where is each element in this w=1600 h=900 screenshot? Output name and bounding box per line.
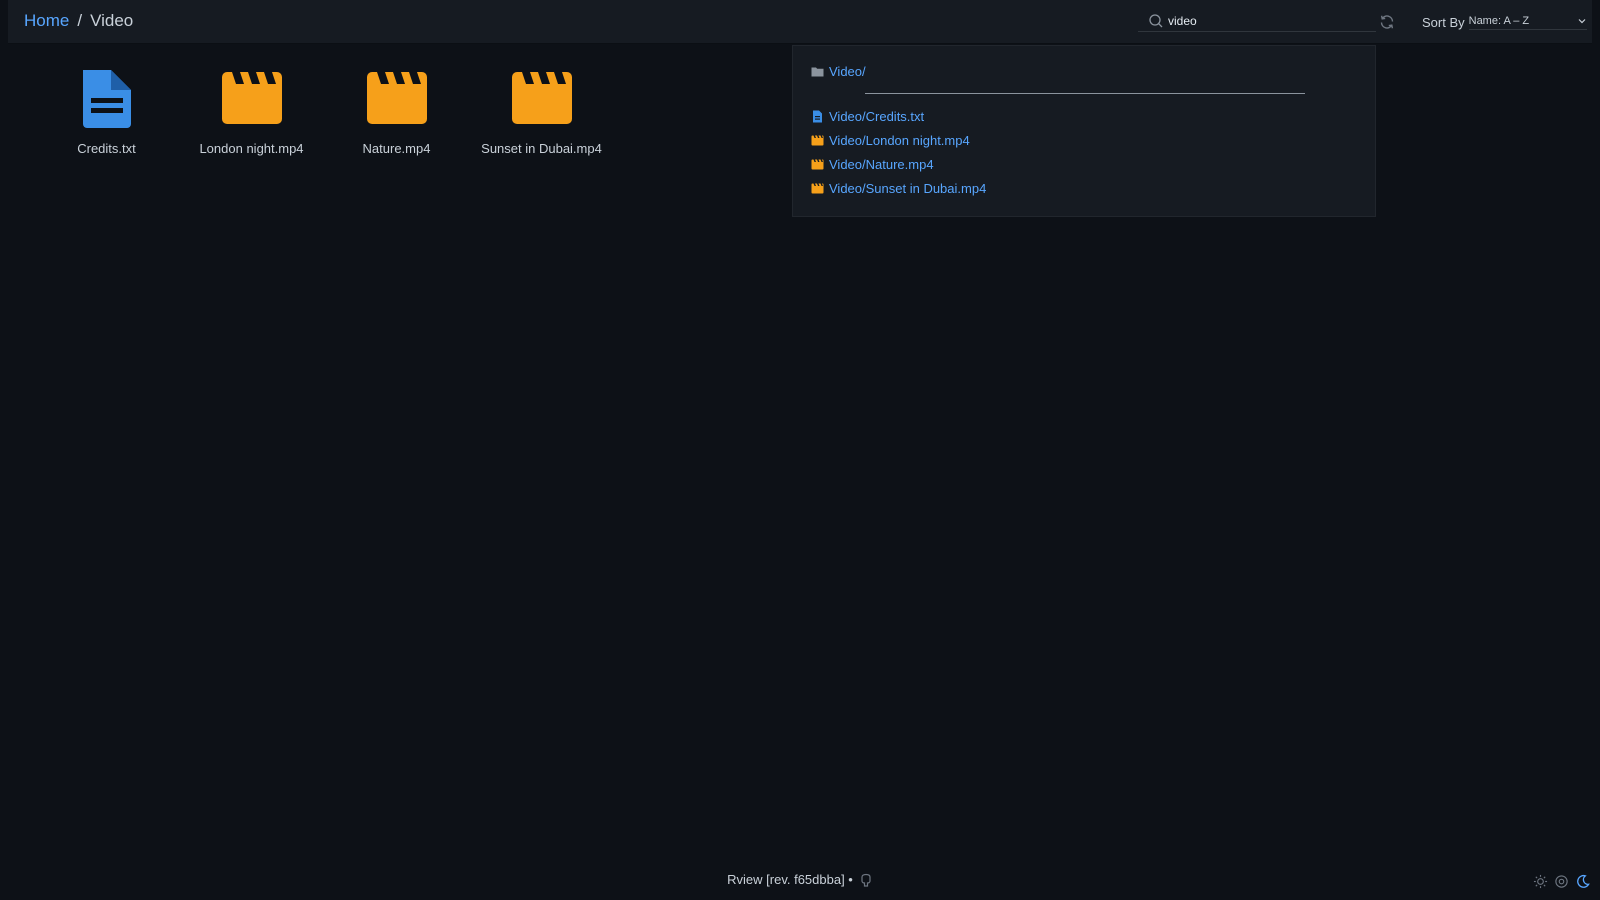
breadcrumb-current: Video — [90, 11, 134, 30]
clapperboard-icon — [811, 135, 824, 146]
file-tile[interactable]: Nature.mp4 — [324, 66, 469, 156]
result-folder-label: Video/ — [829, 64, 866, 79]
moon-icon[interactable] — [1575, 874, 1590, 889]
clapperboard-icon — [811, 183, 824, 194]
clapperboard-icon — [811, 159, 824, 170]
clapperboard-icon — [511, 72, 572, 124]
clapperboard-icon — [221, 72, 282, 124]
file-name: Sunset in Dubai.mp4 — [481, 141, 602, 156]
sort-label: Sort By — [1422, 14, 1465, 30]
sort-select[interactable]: Name: A – Z — [1468, 14, 1587, 30]
results-divider — [865, 93, 1305, 94]
file-name: Nature.mp4 — [362, 141, 431, 156]
refresh-icon[interactable] — [1378, 13, 1396, 31]
theme-switcher — [1533, 874, 1590, 889]
file-name: London night.mp4 — [199, 141, 304, 156]
search-input[interactable] — [1168, 13, 1368, 28]
clapperboard-icon — [366, 72, 427, 124]
document-icon — [813, 110, 822, 123]
search-results-dropdown: Video/ Video/Credits.txt Video/London ni… — [792, 45, 1376, 217]
search-box — [1138, 10, 1376, 32]
file-tile[interactable]: London night.mp4 — [179, 66, 324, 156]
search-icon — [1149, 13, 1163, 27]
breadcrumb-separator: / — [77, 11, 83, 30]
result-item-label: Video/Nature.mp4 — [829, 157, 934, 172]
breadcrumb: Home / Video — [24, 11, 133, 31]
sun-icon[interactable] — [1533, 874, 1548, 889]
result-item-label: Video/Credits.txt — [829, 109, 925, 124]
file-tile[interactable]: Sunset in Dubai.mp4 — [469, 66, 614, 156]
document-icon — [82, 70, 131, 128]
result-item-label: Video/Sunset in Dubai.mp4 — [829, 181, 987, 196]
file-grid: Credits.txt London night.mp4 Nature.mp4 — [34, 66, 614, 156]
result-item[interactable]: Video/Sunset in Dubai.mp4 — [811, 181, 986, 196]
result-item[interactable]: Video/Credits.txt — [811, 109, 924, 124]
github-icon[interactable] — [859, 873, 873, 887]
chevron-down-icon — [1578, 18, 1586, 23]
result-item[interactable]: Video/Nature.mp4 — [811, 157, 934, 172]
result-item-label: Video/London night.mp4 — [829, 133, 970, 148]
folder-icon — [811, 67, 824, 77]
app-root: Home / Video Sort By Name: A – Z — [0, 0, 1600, 900]
footer-text: Rview [rev. f65dbba] • — [727, 872, 853, 887]
result-folder[interactable]: Video/ — [811, 64, 866, 79]
result-item[interactable]: Video/London night.mp4 — [811, 133, 970, 148]
breadcrumb-home-link[interactable]: Home — [24, 11, 69, 31]
footer: Rview [rev. f65dbba] • — [0, 872, 1600, 887]
file-tile[interactable]: Credits.txt — [34, 66, 179, 156]
file-name: Credits.txt — [77, 141, 136, 156]
sort-value: Name: A – Z — [1468, 14, 1530, 27]
system-theme-icon[interactable] — [1554, 874, 1569, 889]
sort-control: Sort By Name: A – Z — [1422, 13, 1587, 31]
